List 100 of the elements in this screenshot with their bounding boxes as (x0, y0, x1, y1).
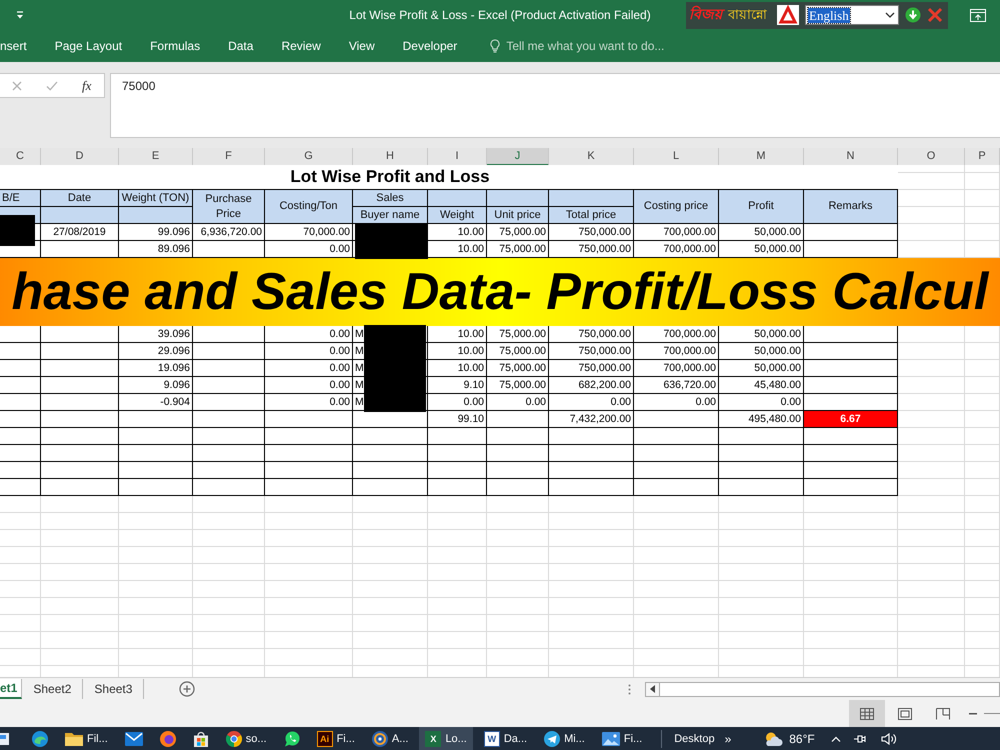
table-cell: 45,480.00 (719, 377, 804, 394)
taskbar-button[interactable]: Fil... (59, 727, 114, 750)
taskbar-button[interactable]: Fi... (596, 727, 648, 750)
document-icon (898, 708, 912, 720)
table-cell: 10.00 (428, 241, 487, 258)
table-cell: 75,000.00 (487, 360, 549, 377)
image-icon (602, 732, 620, 746)
arrow-down-circle-icon[interactable] (905, 7, 921, 23)
table-cell: 99.096 (119, 224, 193, 241)
cell-text: M (355, 396, 364, 408)
cell-text: M (355, 328, 364, 340)
table-cell: 10.00 (428, 343, 487, 360)
triangle-logo-icon[interactable] (777, 5, 799, 25)
header-cell: Remarks (804, 190, 898, 224)
ribbon-tab[interactable]: Data (221, 35, 260, 57)
table-cell: 0.00 (265, 360, 353, 377)
header-cell: B/E (0, 190, 41, 207)
sheet-tab[interactable]: et1 (0, 679, 22, 699)
table-cell: 700,000.00 (634, 360, 719, 377)
header-cell: Sales (353, 190, 428, 207)
ribbon-tab[interactable]: View (342, 35, 382, 57)
table-cell: 750,000.00 (549, 343, 634, 360)
ring-icon (160, 730, 176, 746)
chevron-up-icon[interactable] (830, 736, 841, 742)
table-cell: 75,000.00 (487, 343, 549, 360)
table-cell: 682,200.00 (549, 377, 634, 394)
chevron-down-icon[interactable] (885, 12, 895, 18)
add-icon[interactable] (179, 681, 196, 697)
overflow-button[interactable]: » (720, 732, 736, 746)
table-cell: 700,000.00 (634, 326, 719, 343)
taskbar-button[interactable]: A... (366, 727, 414, 750)
disc-icon (372, 730, 388, 746)
sun-cloud-icon (763, 730, 784, 746)
lightbulb-icon[interactable] (490, 39, 500, 53)
view-button[interactable] (849, 700, 885, 727)
table-cell: 6.67 (804, 411, 898, 428)
header-cell: Unit price (487, 207, 549, 224)
segmented-circle-icon (226, 730, 242, 746)
table-cell: 75,000.00 (487, 377, 549, 394)
table-cell: 700,000.00 (634, 224, 719, 241)
taskbar-button[interactable]: Mi... (538, 727, 591, 750)
column-header[interactable]: J (487, 148, 549, 166)
app-logo: Ai (316, 730, 333, 746)
ribbon-tab[interactable]: Page Layout (48, 35, 130, 57)
table-cell: 700,000.00 (634, 343, 719, 360)
table-cell: 75,000.00 (487, 326, 549, 343)
triangle-left-icon (650, 685, 655, 693)
table-cell: 10.00 (428, 224, 487, 241)
envelope-icon (124, 732, 143, 746)
table-cell: 0.00 (428, 394, 487, 411)
vertical-dots-icon[interactable] (628, 684, 631, 694)
weather-button[interactable]: 86°F (759, 730, 819, 746)
sheet-tab[interactable]: Sheet3 (83, 679, 144, 699)
taskbar-button[interactable]: W Da... (478, 727, 534, 750)
paper-plane-icon (544, 730, 560, 746)
horizontal-scrollbar[interactable] (660, 682, 1000, 696)
table-cell: 10.00 (428, 360, 487, 377)
minus-icon[interactable] (969, 712, 977, 714)
window-icon (0, 730, 10, 746)
table-cell: 0.00 (634, 394, 719, 411)
grid-icon (860, 708, 874, 720)
taskbar-button[interactable]: X Lo... (419, 727, 473, 750)
table-cell: 0.00 (719, 394, 804, 411)
table-cell: 0.00 (265, 377, 353, 394)
table-cell: 39.096 (119, 326, 193, 343)
cell-text: M (355, 379, 364, 391)
ribbon-tab[interactable]: nsert (0, 35, 34, 57)
shopping-bag-icon (192, 730, 209, 746)
header-cell: Weight (428, 207, 487, 224)
banner-title: hase and Sales Data- Profit/Loss Calcul (0, 258, 1000, 326)
speaker-icon[interactable] (880, 732, 897, 744)
formula-field[interactable]: 75000 (110, 73, 1000, 138)
insert-function-button[interactable]: fx (69, 74, 104, 97)
header-cell: Weight (TON) (119, 190, 193, 207)
header-cell: Costing/Ton (265, 190, 353, 224)
table-cell: 750,000.00 (549, 224, 634, 241)
tell-me-field[interactable]: Tell me what you want to do... (506, 39, 706, 53)
taskbar-button[interactable]: so... (220, 727, 273, 750)
language-dropdown[interactable]: English (805, 5, 899, 25)
header-cell (487, 190, 549, 207)
table-cell: 19.096 (119, 360, 193, 377)
ribbon-tab[interactable]: Developer (396, 35, 464, 57)
header-cell: Buyer name (353, 207, 428, 224)
header-cell: Total price (549, 207, 634, 224)
x-mark-icon (12, 80, 22, 90)
scroll-left-button[interactable] (645, 682, 660, 696)
ribbon-tab[interactable]: Formulas (143, 35, 208, 57)
sheet-title: Lot Wise Profit and Loss (0, 165, 898, 190)
split-page-icon (936, 708, 950, 720)
table-cell: -0.904 (119, 394, 193, 411)
taskbar-button[interactable]: Ai Fi... (310, 727, 361, 750)
customize-menu-icon[interactable] (15, 11, 25, 19)
table-cell: 50,000.00 (719, 326, 804, 343)
cell-text: M (355, 362, 364, 374)
table-cell: 6,936,720.00 (193, 224, 265, 241)
table-cell: 99.10 (428, 411, 487, 428)
table-cell: 0.00 (487, 394, 549, 411)
ribbon-tab[interactable]: Review (274, 35, 328, 57)
sheet-tab[interactable]: Sheet2 (22, 679, 84, 699)
table-cell: 750,000.00 (549, 360, 634, 377)
